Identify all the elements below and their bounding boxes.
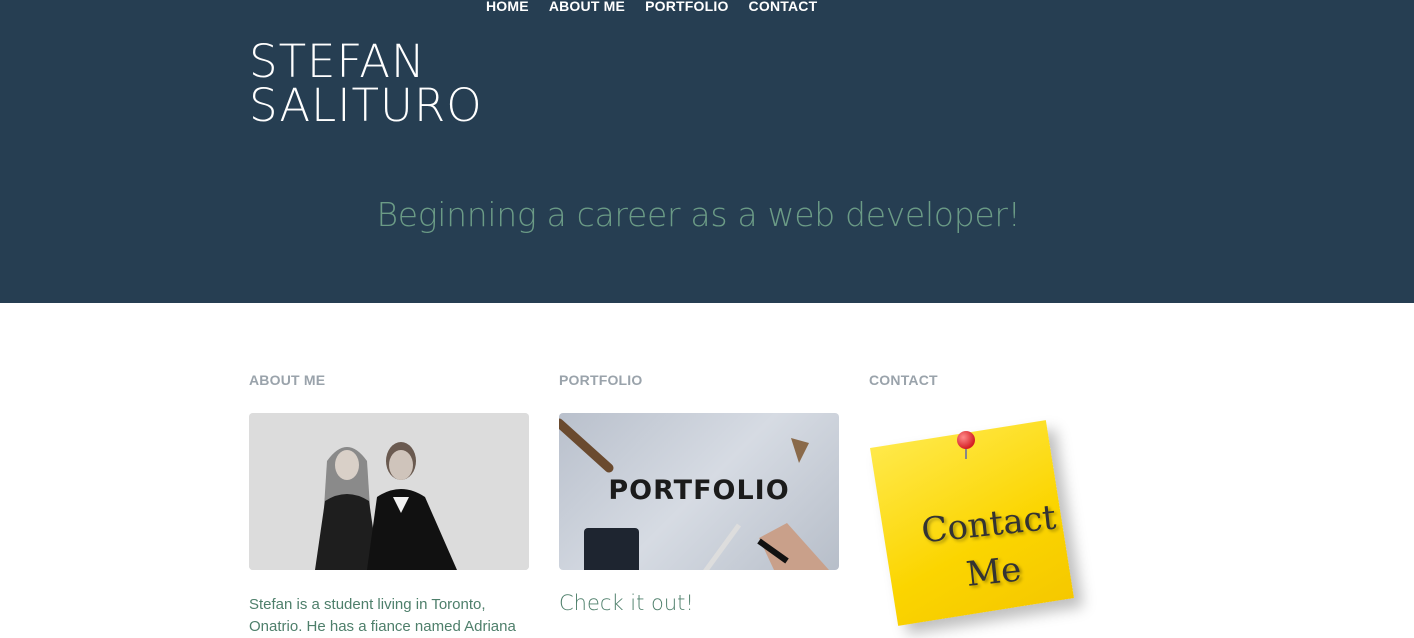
about-section: ABOUT ME Stefan is a student living in T… xyxy=(249,372,529,635)
nav-contact[interactable]: CONTACT xyxy=(749,0,818,15)
nav-home[interactable]: HOME xyxy=(486,0,529,15)
about-photo[interactable] xyxy=(249,413,529,570)
nav-about-me[interactable]: ABOUT ME xyxy=(549,0,625,15)
contact-heading: CONTACT xyxy=(869,372,938,388)
contact-sticky-note[interactable]: Contact Me xyxy=(869,413,1099,633)
pushpin-icon xyxy=(957,431,975,449)
about-heading: ABOUT ME xyxy=(249,372,326,388)
site-title-last-name: SALITURO xyxy=(249,79,483,132)
hero-banner: HOME ABOUT ME PORTFOLIO CONTACT STEFAN S… xyxy=(0,0,1414,303)
portfolio-image[interactable]: PORTFOLIO xyxy=(559,413,839,570)
portfolio-image-label: PORTFOLIO xyxy=(608,475,790,506)
nav-portfolio[interactable]: PORTFOLIO xyxy=(645,0,728,15)
portfolio-section: PORTFOLIO PORTFOLIO Check it out! xyxy=(559,372,839,615)
contact-section: CONTACT Contact Me xyxy=(869,372,1149,626)
sticky-note-paper: Contact Me xyxy=(870,420,1074,626)
top-nav: HOME ABOUT ME PORTFOLIO CONTACT xyxy=(486,0,817,15)
portfolio-heading: PORTFOLIO xyxy=(559,372,643,388)
site-title[interactable]: STEFAN SALITURO xyxy=(249,35,483,132)
about-description: Stefan is a student living in Toronto, O… xyxy=(249,596,516,635)
hero-tagline: Beginning a career as a web developer! xyxy=(376,195,1021,234)
portfolio-check-link[interactable]: Check it out! xyxy=(559,591,694,615)
couple-photo-illustration xyxy=(249,413,529,570)
sticky-note-text: Contact Me xyxy=(907,492,1076,604)
site-title-first-name: STEFAN xyxy=(249,35,426,88)
